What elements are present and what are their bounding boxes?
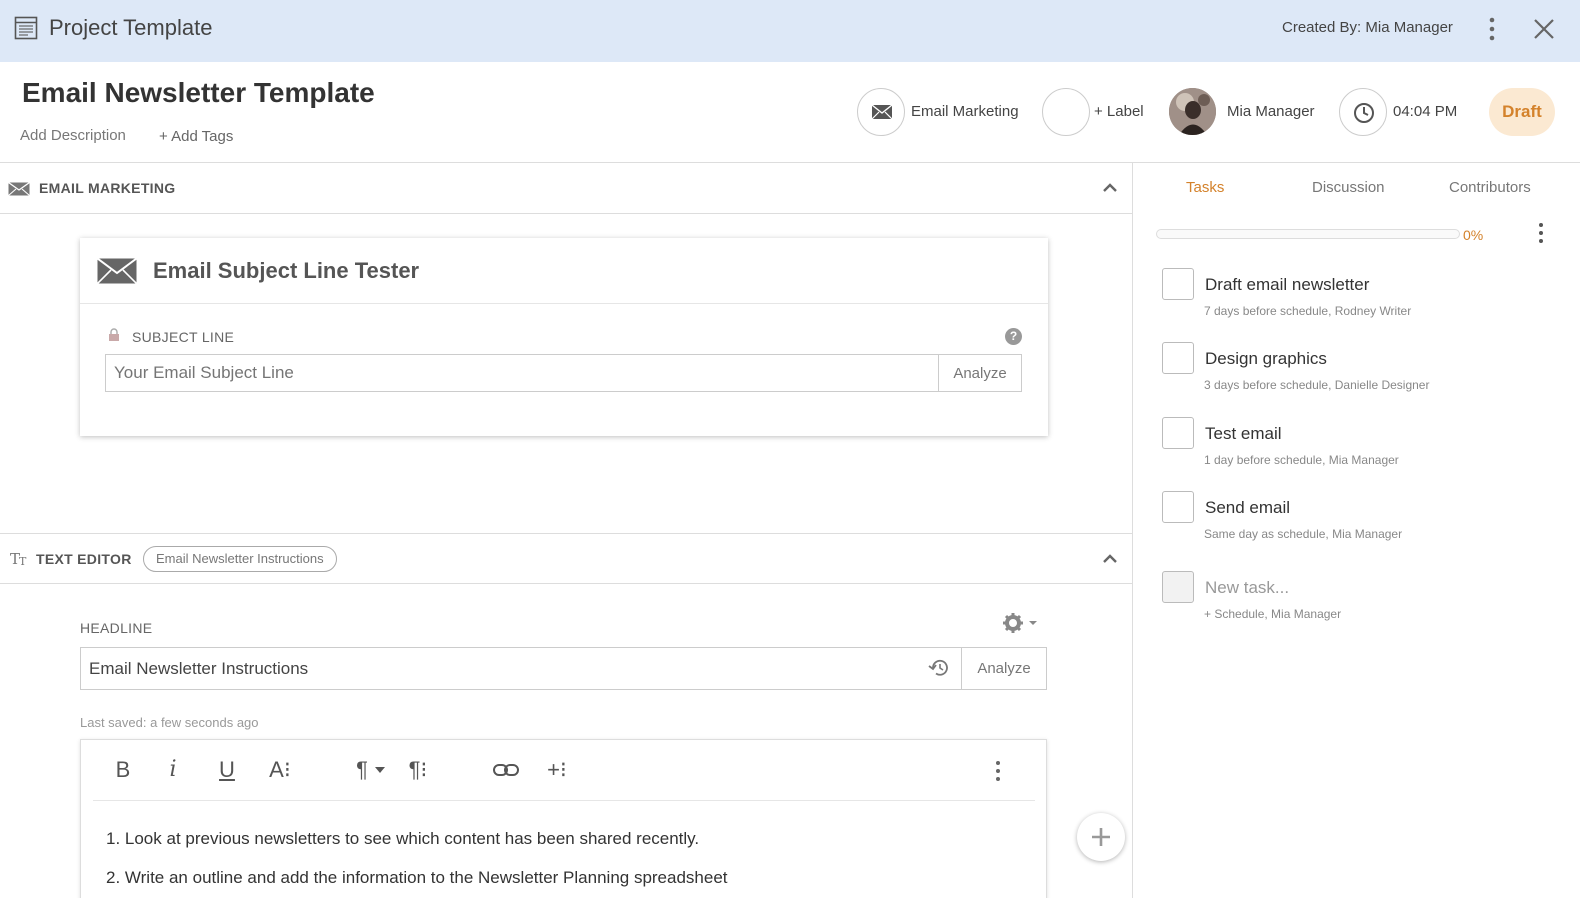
bold-button[interactable]: B <box>111 756 135 784</box>
more-options-icon[interactable] <box>1537 222 1545 244</box>
new-task-item[interactable]: New task... + Schedule, Mia Manager <box>1162 571 1562 631</box>
envelope-icon <box>8 182 30 196</box>
link-icon[interactable] <box>492 760 520 780</box>
section-title: TEXT EDITOR <box>36 551 132 567</box>
text-editor-section-header[interactable]: T T TEXT EDITOR Email Newsletter Instruc… <box>0 533 1133 584</box>
page-title[interactable]: Email Newsletter Template <box>22 77 375 109</box>
category-button[interactable] <box>857 88 905 136</box>
task-item[interactable]: Design graphics 3 days before schedule, … <box>1162 342 1562 402</box>
subject-line-label: SUBJECT LINE <box>132 329 235 345</box>
app-title: Project Template <box>49 15 213 40</box>
template-icon <box>14 16 38 40</box>
subject-line-input[interactable] <box>105 354 939 392</box>
section-title: EMAIL MARKETING <box>39 180 176 196</box>
underline-button[interactable]: U <box>215 756 239 784</box>
task-name[interactable]: Draft email newsletter <box>1205 275 1369 295</box>
owner-name[interactable]: Mia Manager <box>1227 103 1315 120</box>
progress-percent: 0% <box>1463 227 1484 243</box>
task-meta[interactable]: + Schedule, Mia Manager <box>1204 607 1341 621</box>
content-column: EMAIL MARKETING Email Subject Line Teste… <box>0 163 1133 898</box>
project-header: Email Newsletter Template Add Descriptio… <box>0 62 1580 163</box>
editor-line[interactable]: 1. Look at previous newsletters to see w… <box>106 829 699 849</box>
label-circle[interactable] <box>1042 88 1090 136</box>
task-checkbox[interactable] <box>1162 342 1194 374</box>
task-name[interactable]: Design graphics <box>1205 349 1327 369</box>
toolbar-divider <box>93 800 1035 801</box>
help-icon[interactable]: ? <box>1005 328 1022 345</box>
caret-down-icon[interactable] <box>375 767 385 773</box>
analyze-headline-button[interactable]: Analyze <box>961 647 1047 690</box>
editor-line[interactable]: 2. Write an outline and add the informat… <box>106 868 728 888</box>
task-checkbox[interactable] <box>1162 417 1194 449</box>
headline-label: HEADLINE <box>80 620 153 636</box>
task-meta: 7 days before schedule, Rodney Writer <box>1204 304 1412 318</box>
sidebar: Tasks Discussion Contributors 0% Draft e… <box>1134 163 1580 898</box>
task-checkbox[interactable] <box>1162 491 1194 523</box>
envelope-icon <box>871 104 893 120</box>
chevron-up-icon[interactable] <box>1102 552 1118 564</box>
task-item[interactable]: Send email Same day as schedule, Mia Man… <box>1162 491 1562 551</box>
settings-icon[interactable] <box>1002 612 1040 634</box>
task-item[interactable]: Draft email newsletter 7 days before sch… <box>1162 268 1562 328</box>
rich-text-editor[interactable]: B i U A⁝ ¶ ¶⁝ +⁝ 1. Look at previous new… <box>80 739 1047 898</box>
task-checkbox[interactable] <box>1162 268 1194 300</box>
close-icon[interactable] <box>1532 17 1556 41</box>
more-options-icon[interactable] <box>994 760 1002 782</box>
svg-text:T: T <box>19 555 27 568</box>
task-meta: 1 day before schedule, Mia Manager <box>1204 453 1399 467</box>
text-format-icon: T T <box>10 550 27 568</box>
add-label-button[interactable]: + Label <box>1094 103 1144 120</box>
category-label[interactable]: Email Marketing <box>911 103 1019 120</box>
avatar[interactable] <box>1169 88 1216 135</box>
paragraph-button[interactable]: ¶ <box>351 756 373 784</box>
insert-button[interactable]: +⁝ <box>541 756 573 784</box>
italic-button[interactable]: i <box>163 756 183 784</box>
plus-icon <box>1092 828 1110 846</box>
card-header: Email Subject Line Tester <box>80 238 1048 304</box>
subject-line-tester-card: Email Subject Line Tester SUBJECT LINE ?… <box>80 238 1048 436</box>
task-item[interactable]: Test email 1 day before schedule, Mia Ma… <box>1162 417 1562 477</box>
history-icon[interactable] <box>928 658 950 678</box>
font-size-button[interactable]: A⁝ <box>265 756 295 784</box>
email-marketing-section-header[interactable]: EMAIL MARKETING <box>0 163 1133 214</box>
headline-input[interactable] <box>80 647 962 690</box>
avatar-image <box>1169 88 1216 135</box>
task-meta: 3 days before schedule, Danielle Designe… <box>1204 378 1430 392</box>
add-section-button[interactable] <box>1077 813 1125 861</box>
more-options-icon[interactable] <box>1487 16 1497 42</box>
last-saved-status: Last saved: a few seconds ago <box>80 715 259 730</box>
section-name-chip[interactable]: Email Newsletter Instructions <box>143 546 337 572</box>
tab-contributors[interactable]: Contributors <box>1449 179 1531 196</box>
lock-icon <box>109 328 119 341</box>
time-button[interactable] <box>1339 88 1387 136</box>
task-name[interactable]: Send email <box>1205 498 1290 518</box>
task-name[interactable]: Test email <box>1205 424 1282 444</box>
time-label[interactable]: 04:04 PM <box>1393 103 1457 120</box>
analyze-subject-button[interactable]: Analyze <box>938 354 1022 392</box>
new-task-input[interactable]: New task... <box>1205 578 1289 598</box>
paragraph-format-button[interactable]: ¶⁝ <box>403 756 433 784</box>
status-badge[interactable]: Draft <box>1489 88 1555 136</box>
created-by: Created By: Mia Manager <box>1282 19 1453 36</box>
add-description-link[interactable]: Add Description <box>20 127 126 144</box>
tab-discussion[interactable]: Discussion <box>1312 179 1385 196</box>
envelope-icon <box>97 258 137 284</box>
card-title: Email Subject Line Tester <box>153 258 420 283</box>
chevron-up-icon[interactable] <box>1102 181 1118 193</box>
clock-icon <box>1354 103 1374 123</box>
title-bar: Project Template Created By: Mia Manager <box>0 0 1580 62</box>
task-checkbox[interactable] <box>1162 571 1194 603</box>
task-meta: Same day as schedule, Mia Manager <box>1204 527 1403 541</box>
add-tags-link[interactable]: + Add Tags <box>159 128 233 145</box>
task-progress-bar <box>1156 229 1460 239</box>
tab-tasks[interactable]: Tasks <box>1186 179 1224 196</box>
